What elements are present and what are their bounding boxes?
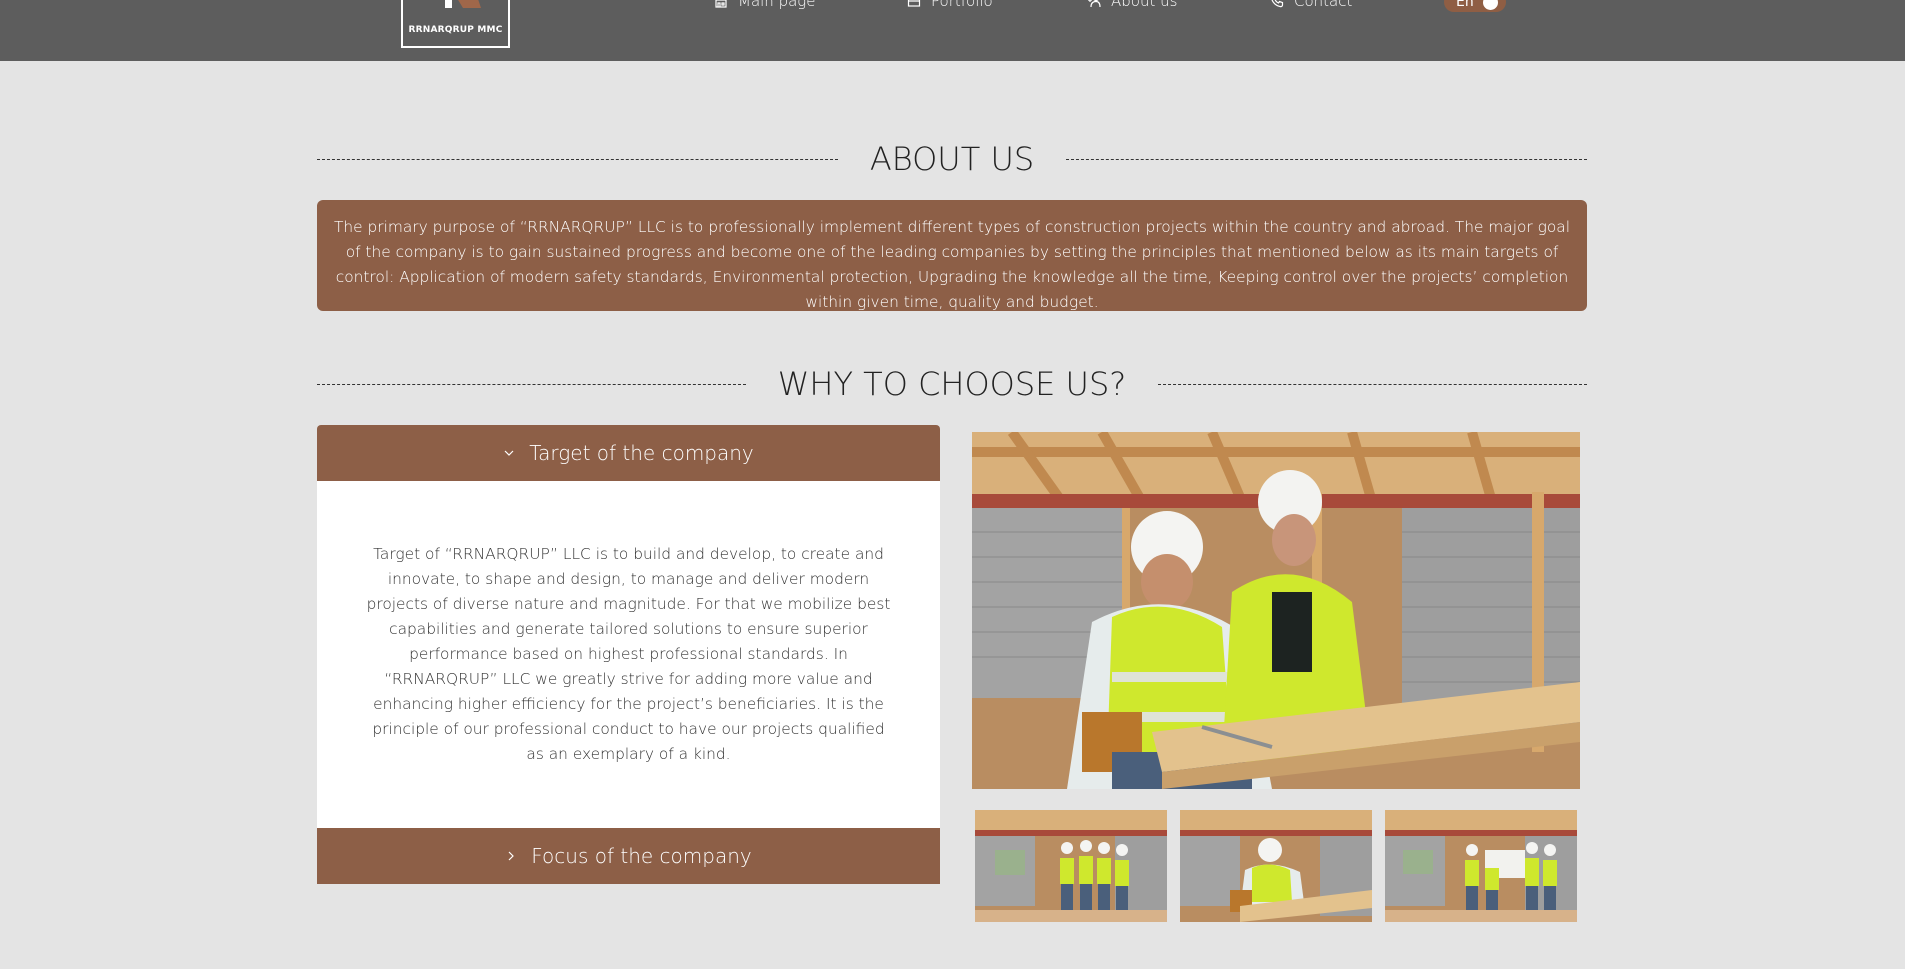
- toggle-knob: [1483, 0, 1498, 10]
- about-section-title: ABOUT US: [317, 140, 1587, 178]
- title-divider-right: [1158, 383, 1587, 385]
- company-logo[interactable]: RRNARQRUP MMC: [401, 0, 510, 48]
- gallery-thumbnail-2[interactable]: [1180, 810, 1372, 922]
- language-label: En: [1456, 0, 1474, 10]
- nav-label: About us: [1111, 0, 1178, 10]
- gallery-thumbnail-1[interactable]: [975, 810, 1167, 922]
- why-heading: WHY TO CHOOSE US?: [777, 365, 1127, 403]
- nav-label: Main page: [738, 0, 816, 10]
- nav-main-page[interactable]: Main page: [714, 0, 816, 10]
- chevron-right-icon: [508, 851, 515, 861]
- accordion-label: Target of the company: [529, 441, 754, 465]
- chevron-down-icon: [504, 450, 514, 456]
- title-divider-right: [1066, 158, 1587, 160]
- nav-label: Contact: [1294, 0, 1353, 10]
- title-divider-left: [317, 383, 746, 385]
- accordion-target-header[interactable]: Target of the company: [317, 425, 940, 481]
- gallery-thumbnail-3[interactable]: [1385, 810, 1577, 922]
- site-header: RRNARQRUP MMC Main page Portfolio About …: [0, 0, 1905, 61]
- main-gallery-photo[interactable]: [972, 432, 1580, 789]
- accordion-target-body: Target of “RRNARQRUP” LLC is to build an…: [317, 481, 940, 828]
- about-heading: ABOUT US: [869, 140, 1035, 178]
- nav-about-us[interactable]: About us: [1087, 0, 1177, 10]
- nav-label: Portfolio: [931, 0, 993, 10]
- accordion-label: Focus of the company: [531, 844, 752, 868]
- about-text-box: The primary purpose of “RRNARQRUP” LLC i…: [317, 200, 1587, 311]
- target-text: Target of “RRNARQRUP” LLC is to build an…: [366, 545, 891, 763]
- accordion-focus-header[interactable]: Focus of the company: [317, 828, 940, 884]
- nav-contact[interactable]: Contact: [1270, 0, 1352, 10]
- language-toggle[interactable]: En: [1444, 0, 1506, 12]
- nav-portfolio[interactable]: Portfolio: [907, 0, 993, 10]
- portfolio-icon: [907, 0, 921, 7]
- phone-icon: [1271, 0, 1284, 8]
- home-icon: [715, 0, 727, 8]
- logo-mark-icon: [445, 0, 481, 8]
- logo-text: RRNARQRUP MMC: [408, 25, 503, 35]
- people-icon: [1088, 0, 1101, 8]
- title-divider-left: [317, 158, 838, 160]
- why-section-title: WHY TO CHOOSE US?: [317, 365, 1587, 403]
